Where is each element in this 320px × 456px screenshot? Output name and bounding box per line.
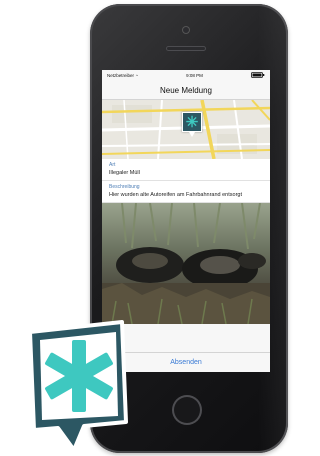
description-field[interactable]: Beschreibung Hier wurden alte Autoreifen… bbox=[102, 181, 270, 204]
status-time: 9:08 PM bbox=[186, 73, 203, 78]
tire-photo-image bbox=[102, 203, 270, 325]
wifi-icon: ◔ bbox=[135, 73, 138, 78]
carrier-label: Netzbetreiber ◔ bbox=[107, 73, 138, 78]
status-bar: Netzbetreiber ◔ 9:08 PM bbox=[102, 70, 270, 81]
nav-title: Neue Meldung bbox=[159, 85, 213, 95]
battery-icon bbox=[251, 72, 265, 79]
location-map[interactable]: ✳ bbox=[102, 100, 270, 159]
type-field[interactable]: Art Illegaler Müll bbox=[102, 159, 270, 182]
description-value: Hier wurden alte Autoreifen am Fahrbahnr… bbox=[109, 192, 242, 199]
earpiece-speaker bbox=[166, 46, 206, 51]
asterisk-icon[interactable]: ✳ bbox=[182, 112, 202, 137]
type-value: Illegaler Müll bbox=[109, 170, 140, 176]
submit-button[interactable]: Absenden bbox=[162, 357, 210, 368]
description-label: Beschreibung bbox=[109, 184, 140, 191]
asterisk-logo-icon bbox=[28, 320, 128, 452]
report-photo[interactable] bbox=[102, 203, 270, 325]
front-camera bbox=[182, 26, 190, 34]
home-button[interactable] bbox=[172, 395, 202, 425]
type-label: Art bbox=[109, 162, 116, 168]
navigation-bar: Neue Meldung bbox=[102, 81, 270, 100]
